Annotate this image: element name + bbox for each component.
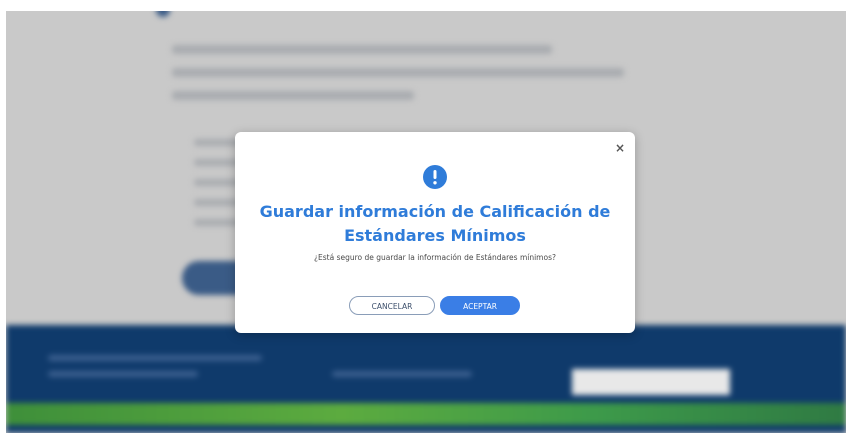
blurred-text-line xyxy=(172,91,414,100)
dialog-title: Guardar información de Calificación de E… xyxy=(259,202,611,245)
blurred-text-line xyxy=(172,45,552,54)
blurred-footer-text xyxy=(48,371,198,377)
accept-button[interactable]: ACEPTAR xyxy=(440,296,520,315)
header-icon xyxy=(156,11,170,17)
confirm-save-dialog: × Guardar información de Calificación de… xyxy=(235,132,635,333)
blurred-footer-text xyxy=(332,371,472,377)
alert-circle-icon xyxy=(423,165,447,189)
dialog-message: ¿Está seguro de guardar la información d… xyxy=(314,253,556,262)
footer-stripe xyxy=(6,403,846,425)
footer xyxy=(6,325,846,433)
blurred-footer-text xyxy=(48,355,262,361)
cancel-button[interactable]: CANCELAR xyxy=(349,296,435,315)
footer-logo xyxy=(572,369,730,395)
blurred-text-line xyxy=(172,68,624,77)
close-icon[interactable]: × xyxy=(613,141,627,155)
